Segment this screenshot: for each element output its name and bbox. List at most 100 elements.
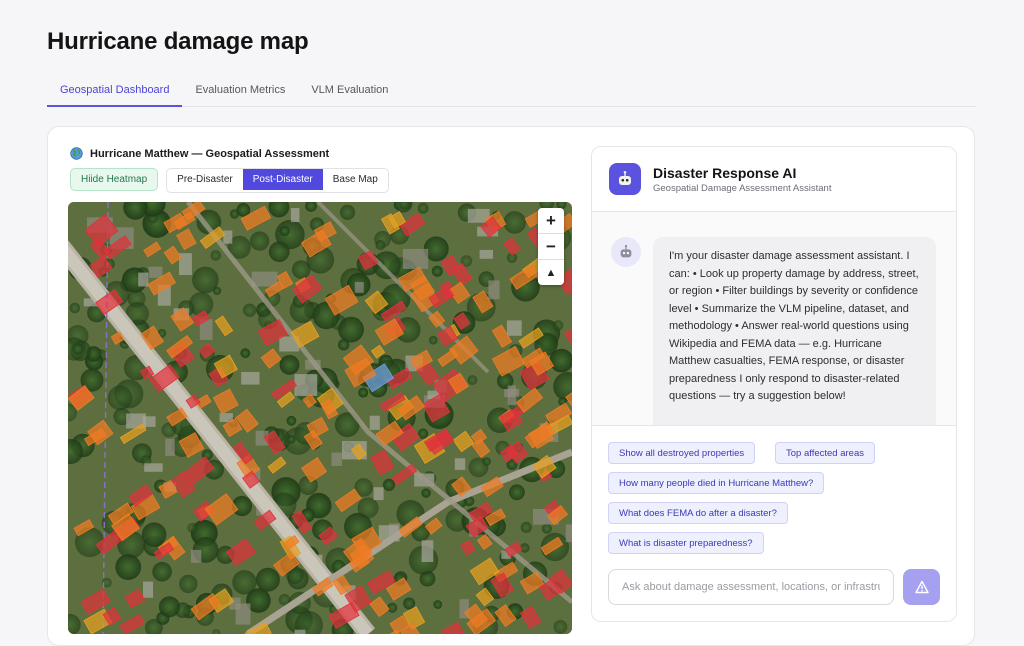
suggestion-chip[interactable]: Top affected areas [775,442,875,464]
chat-input[interactable] [608,569,894,605]
tree-canopy [279,225,290,237]
robot-icon [609,163,641,195]
tree-canopy [255,567,280,592]
rooftop [235,603,251,625]
map-zoom-control: + − ▲ [538,208,564,285]
send-button[interactable] [903,569,940,605]
globe-icon [70,147,83,160]
tree-canopy [417,202,429,214]
map-panel-header: Hurricane Matthew — Geospatial Assessmen… [70,147,329,160]
tab-bar: Geospatial Dashboard Evaluation Metrics … [47,78,976,107]
satellite-map[interactable] [68,202,572,634]
tree-canopy [210,250,221,261]
chat-title: Disaster Response AI [653,165,797,181]
chat-subtitle: Geospatial Damage Assessment Assistant [653,183,832,194]
assistant-avatar [611,237,641,267]
tree-canopy [358,387,369,398]
rooftop [138,272,149,287]
send-icon [914,580,929,594]
tree-canopy [541,523,552,534]
tree-canopy [115,554,142,580]
tree-canopy [192,266,219,294]
tree-canopy [433,600,443,609]
rooftop [144,463,163,472]
tree-canopy [482,457,492,466]
rooftop [421,540,434,562]
rooftop [294,374,318,396]
tree-canopy [69,302,81,314]
tree-canopy [520,521,532,533]
rooftop [143,581,154,598]
tree-canopy [107,385,133,411]
map-canvas[interactable] [68,202,572,634]
hide-heatmap-button[interactable]: Hiide Heatmap [70,168,159,191]
tree-canopy [553,620,568,634]
rooftop [369,415,380,430]
tree-canopy [287,435,296,444]
map-panel-title: Hurricane Matthew — Geospatial Assessmen… [90,147,330,160]
tree-canopy [240,348,251,359]
suggestion-chip[interactable]: What is disaster preparedness? [608,532,764,554]
reset-north-button[interactable]: ▲ [538,260,564,285]
rooftop [565,524,572,543]
rooftop [294,629,306,634]
chat-panel: Disaster Response AI Geospatial Damage A… [591,146,957,622]
tree-canopy [141,522,167,547]
chat-header: Disaster Response AI Geospatial Damage A… [592,147,956,212]
assistant-message: I'm your disaster damage assessment assi… [653,237,936,427]
tree-canopy [375,240,386,250]
tree-canopy [152,561,172,582]
tree-canopy [429,335,438,345]
tab-vlm-evaluation[interactable]: VLM Evaluation [298,78,401,105]
tree-canopy [72,343,84,355]
tree-canopy [286,415,297,426]
tree-canopy [242,303,257,317]
map-controls: Hiide Heatmap Pre-Disaster Post-Disaster… [70,168,389,193]
rooftop [373,487,384,501]
tree-canopy [158,596,180,618]
zoom-in-button[interactable]: + [538,208,564,234]
page-title: Hurricane damage map [47,28,309,55]
tab-geospatial-dashboard[interactable]: Geospatial Dashboard [47,78,183,107]
rooftop [165,438,175,456]
layer-pre-disaster-button[interactable]: Pre-Disaster [167,169,243,190]
tree-canopy [232,570,257,595]
robot-icon [620,244,632,258]
tree-canopy [249,231,270,251]
tree-canopy [552,320,564,331]
rooftop [190,549,202,563]
rooftop [148,266,163,278]
rooftop [488,280,500,300]
tree-canopy [357,497,379,519]
tree-canopy [279,355,300,375]
zoom-out-button[interactable]: − [538,234,564,260]
rooftop [219,413,233,422]
tree-canopy [431,265,443,277]
rooftop [504,388,520,397]
tree-canopy [179,574,198,594]
tree-canopy [387,602,398,613]
layer-toggle: Pre-Disaster Post-Disaster Base Map [166,168,389,193]
tree-canopy [509,484,525,501]
rooftop [354,282,364,293]
tree-canopy [187,522,198,534]
tree-canopy [421,488,431,498]
tree-canopy [382,478,396,491]
suggestion-chip[interactable]: How many people died in Hurricane Matthe… [608,472,825,494]
rooftop [290,208,300,222]
rooftop [179,253,192,275]
layer-base-map-button[interactable]: Base Map [322,169,388,190]
tree-canopy [503,211,526,234]
rooftop [479,249,493,259]
tree-canopy [268,241,290,263]
layer-post-disaster-button[interactable]: Post-Disaster [242,169,323,190]
suggestion-chip[interactable]: Show all destroyed properties [608,442,756,464]
rooftop [331,452,342,466]
rooftop [454,458,466,470]
tree-canopy [467,375,478,385]
suggestion-chip[interactable]: What does FEMA do after a disaster? [608,502,788,524]
tab-evaluation-metrics[interactable]: Evaluation Metrics [182,78,298,105]
suggestions-area: Show all destroyed properties Top affect… [592,425,956,621]
rooftop [402,248,429,269]
rooftop [223,230,233,244]
